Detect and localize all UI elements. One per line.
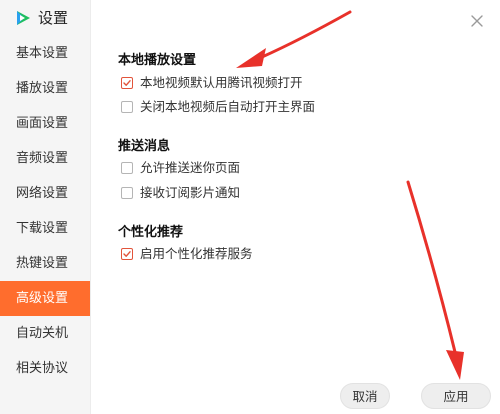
settings-sidebar: 设置 基本设置 播放设置 画面设置 音频设置 网络设置 下载设置 热键设置 高级… xyxy=(0,0,91,414)
sidebar-item-audio[interactable]: 音频设置 xyxy=(0,141,90,176)
checkbox-unchecked[interactable] xyxy=(121,187,133,199)
sidebar-item-auto-shutdown[interactable]: 自动关机 xyxy=(0,316,90,351)
checkbox-checked[interactable] xyxy=(121,77,133,89)
option-enable-personalized-recommendation[interactable]: 启用个性化推荐服务 xyxy=(121,246,253,262)
section-title-personalized-recommendation: 个性化推荐 xyxy=(118,225,184,240)
sidebar-nav: 基本设置 播放设置 画面设置 音频设置 网络设置 下载设置 热键设置 高级设置 … xyxy=(0,36,90,386)
option-subscription-notifications[interactable]: 接收订阅影片通知 xyxy=(121,185,240,201)
sidebar-item-basic[interactable]: 基本设置 xyxy=(0,36,90,71)
close-icon[interactable] xyxy=(470,14,484,28)
checkbox-unchecked[interactable] xyxy=(121,101,133,113)
sidebar-item-picture[interactable]: 画面设置 xyxy=(0,106,90,141)
cancel-button[interactable]: 取消 xyxy=(340,383,390,409)
checkmark-icon xyxy=(123,251,131,257)
sidebar-item-network[interactable]: 网络设置 xyxy=(0,176,90,211)
checkbox-unchecked[interactable] xyxy=(121,162,133,174)
sidebar-item-playback[interactable]: 播放设置 xyxy=(0,71,90,106)
sidebar-item-agreements[interactable]: 相关协议 xyxy=(0,351,90,386)
checkbox-checked[interactable] xyxy=(121,248,133,260)
sidebar-header: 设置 xyxy=(0,0,90,36)
sidebar-item-download[interactable]: 下载设置 xyxy=(0,211,90,246)
option-label: 启用个性化推荐服务 xyxy=(140,246,253,261)
section-title-push-messages: 推送消息 xyxy=(118,139,171,154)
checkmark-icon xyxy=(123,80,131,86)
option-label: 本地视频默认用腾讯视频打开 xyxy=(140,75,303,90)
apply-button[interactable]: 应用 xyxy=(421,383,491,409)
option-label: 关闭本地视频后自动打开主界面 xyxy=(140,99,316,114)
annotation-arrow-bottom xyxy=(406,180,464,380)
sidebar-item-hotkeys[interactable]: 热键设置 xyxy=(0,246,90,281)
annotation-arrow-top xyxy=(236,10,352,68)
option-open-main-after-close[interactable]: 关闭本地视频后自动打开主界面 xyxy=(121,99,315,115)
option-label: 允许推送迷你页面 xyxy=(140,160,241,175)
option-label: 接收订阅影片通知 xyxy=(140,185,241,200)
sidebar-item-advanced[interactable]: 高级设置 xyxy=(0,281,90,316)
section-title-local-playback: 本地播放设置 xyxy=(118,53,197,68)
tencent-video-logo-icon xyxy=(17,11,30,25)
option-default-open-local-video[interactable]: 本地视频默认用腾讯视频打开 xyxy=(121,75,303,91)
sidebar-title: 设置 xyxy=(38,9,69,27)
option-allow-mini-page-push[interactable]: 允许推送迷你页面 xyxy=(121,160,240,176)
